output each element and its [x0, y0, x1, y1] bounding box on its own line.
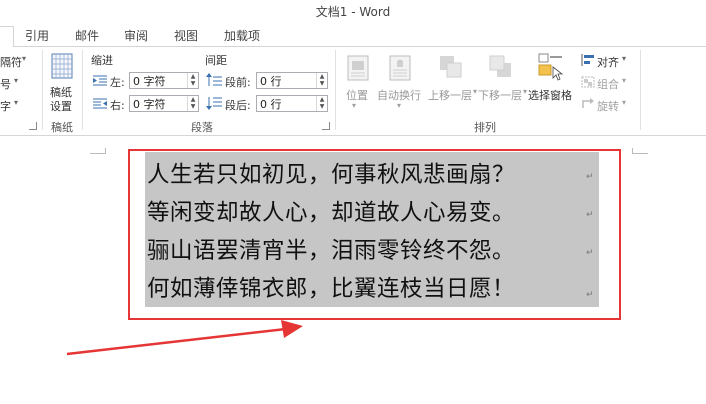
annotation-arrow-icon: [66, 320, 303, 356]
